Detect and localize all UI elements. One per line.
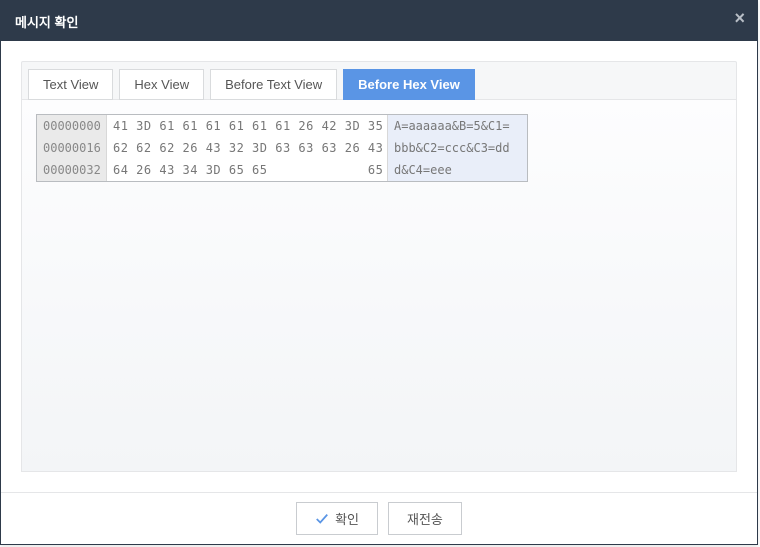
- hex-ascii: d&C4=eee: [387, 159, 527, 181]
- tab-before-text-view[interactable]: Before Text View: [210, 69, 337, 100]
- hex-dump-table: 00000000 41 3D 61 61 61 61 61 61 26 42 3…: [36, 114, 528, 182]
- resend-button[interactable]: 재전송: [388, 502, 462, 535]
- hex-bytes: 41 3D 61 61 61 61 61 61 26 42 3D 35 26 4…: [107, 119, 387, 133]
- hex-bytes: 62 62 62 26 43 32 3D 63 63 63 26 43 33 3…: [107, 141, 387, 155]
- tab-content: 00000000 41 3D 61 61 61 61 61 61 26 42 3…: [21, 99, 737, 472]
- hex-offset: 00000000: [37, 115, 107, 137]
- check-icon: [315, 512, 329, 526]
- message-confirm-dialog: 메시지 확인 × Text View Hex View Before Text …: [0, 0, 758, 545]
- close-icon[interactable]: ×: [734, 9, 745, 27]
- tab-bar: Text View Hex View Before Text View Befo…: [21, 61, 737, 99]
- dialog-title: 메시지 확인: [15, 12, 78, 31]
- dialog-footer: 확인 재전송: [1, 492, 757, 544]
- tab-text-view[interactable]: Text View: [28, 69, 113, 100]
- dialog-body: Text View Hex View Before Text View Befo…: [1, 41, 757, 492]
- hex-row: 00000000 41 3D 61 61 61 61 61 61 26 42 3…: [37, 115, 527, 137]
- hex-row: 00000016 62 62 62 26 43 32 3D 63 63 63 2…: [37, 137, 527, 159]
- resend-button-label: 재전송: [407, 509, 443, 528]
- hex-ascii: A=aaaaaa&B=5&C1=: [387, 115, 527, 137]
- dialog-titlebar: 메시지 확인 ×: [1, 1, 757, 41]
- hex-offset: 00000016: [37, 137, 107, 159]
- hex-bytes: 64 26 43 34 3D 65 65 65: [107, 163, 387, 177]
- confirm-button[interactable]: 확인: [296, 502, 378, 535]
- confirm-button-label: 확인: [335, 509, 359, 528]
- hex-offset: 00000032: [37, 159, 107, 181]
- hex-ascii: bbb&C2=ccc&C3=dd: [387, 137, 527, 159]
- tab-hex-view[interactable]: Hex View: [119, 69, 204, 100]
- hex-row: 00000032 64 26 43 34 3D 65 65 65 d&C4=ee…: [37, 159, 527, 181]
- tab-before-hex-view[interactable]: Before Hex View: [343, 69, 475, 100]
